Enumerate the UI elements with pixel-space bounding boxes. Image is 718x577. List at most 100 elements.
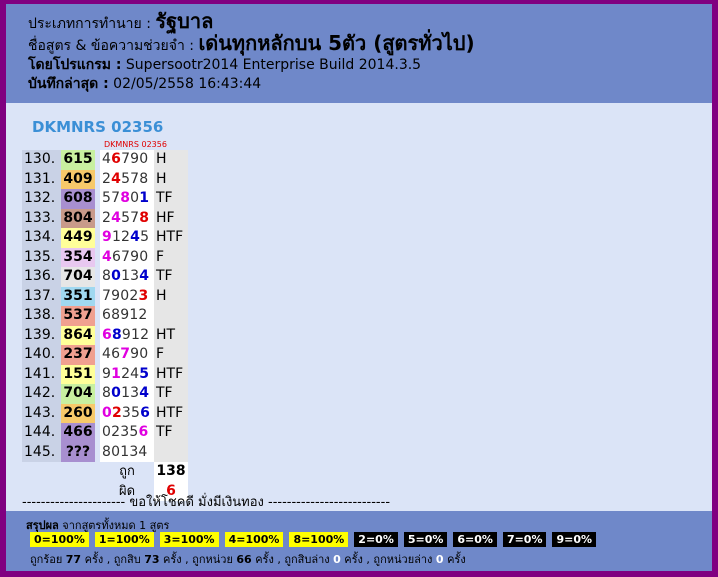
- predicted-digits: 79023: [100, 286, 154, 306]
- correct-label: ถูก: [119, 464, 135, 480]
- digit-group: 4: [139, 385, 150, 402]
- row-number: 142.: [22, 384, 61, 404]
- digit-percent-badge: 1=100%: [94, 532, 154, 547]
- row-number: 144.: [22, 423, 61, 443]
- digit-group: 1: [111, 365, 122, 382]
- hit-position-tag: H: [154, 169, 188, 189]
- hit-position-tag: H: [154, 286, 188, 306]
- hit-position-tag: TF: [154, 267, 188, 287]
- predicted-digits: 24578: [100, 169, 154, 189]
- digit-percent-badge: 9=0%: [552, 532, 597, 547]
- table-row: 130. 615 46790 H: [22, 150, 188, 170]
- header: ประเภทการทำนาย : รัฐบาล ชื่อสูตร & ข้อคว…: [6, 4, 712, 103]
- digit-group: 0: [111, 385, 122, 402]
- digit-group: 578: [121, 170, 149, 187]
- digit-percent-badges: 0=100% 1=100% 3=100% 4=100% 8=100% 2=0% 5=0% 6=…: [30, 532, 602, 547]
- hit-position-tag: H: [154, 150, 188, 170]
- digit-group: 2: [102, 209, 112, 226]
- brand-title: DKMNRS 02356: [32, 118, 164, 136]
- digit-group: 6: [102, 326, 112, 343]
- predicted-digits: 02356: [100, 423, 154, 443]
- hit-position-tag: [154, 306, 188, 326]
- digit-group: 57: [102, 190, 121, 207]
- summary-footer: สรุปผล จากสูตรทั้งหมด 1 สูตร 0=100% 1=100…: [6, 511, 712, 571]
- row-number: 134.: [22, 228, 61, 248]
- result-value: 409: [61, 169, 95, 189]
- row-number: 132.: [22, 189, 61, 209]
- result-value: 237: [61, 345, 95, 365]
- saved-value: 02/05/2558 16:43:44: [113, 76, 262, 92]
- digit-group: 4: [102, 248, 112, 265]
- predicted-digits: 68912: [100, 306, 154, 326]
- program-label: โดยโปรแกรม :: [28, 57, 122, 73]
- hit-position-tag: TF: [154, 423, 188, 443]
- digit-group: 9: [102, 365, 112, 382]
- digit-group: 3: [138, 287, 149, 304]
- digit-group: 4: [111, 170, 122, 187]
- predicted-digits: 24578: [100, 208, 154, 228]
- digit-percent-badge: 0=100%: [30, 532, 89, 547]
- stat-label: ถูกหน่วย: [192, 553, 237, 566]
- result-value: 804: [61, 208, 95, 228]
- result-value: ???: [61, 442, 95, 462]
- correct-summary-row: ถูก 138: [22, 462, 188, 482]
- row-number: 137.: [22, 286, 61, 306]
- predicted-digits: 46790: [100, 345, 154, 365]
- digit-group: 6790: [111, 248, 149, 265]
- digit-percent-badge: 4=100%: [224, 532, 284, 547]
- stat-label: ถูกร้อย: [30, 553, 66, 566]
- table-row: 145.??? 80134: [22, 442, 188, 462]
- stat-label: ถูกสิบ: [113, 553, 145, 566]
- digit-group: 7902: [102, 287, 139, 304]
- digit-group: 68912: [102, 307, 148, 324]
- digit-group: 35: [121, 404, 141, 421]
- result-value: 537: [61, 306, 95, 326]
- digit-group: 6: [138, 424, 149, 441]
- digit-group: 12: [111, 229, 131, 246]
- hit-position-tag: HT: [154, 325, 188, 345]
- hit-position-tag: HTF: [154, 228, 188, 248]
- digit-group: 0: [111, 268, 122, 285]
- program-line: โดยโปรแกรม : Supersootr2014 Enterprise B…: [28, 56, 712, 75]
- table-row: 131. 409 24578 H: [22, 169, 188, 189]
- table-row: 134. 449 91245 HTF: [22, 228, 188, 248]
- row-number: 140.: [22, 345, 61, 365]
- hit-position-tag: HTF: [154, 364, 188, 384]
- table-row: 144. 466 02356 TF: [22, 423, 188, 443]
- row-number: 131.: [22, 169, 61, 189]
- table-row: 143. 260 02356 HTF: [22, 403, 188, 423]
- predicted-digits: 80134: [100, 442, 154, 462]
- digit-group: 4: [130, 229, 141, 246]
- result-value: 151: [61, 364, 95, 384]
- predicted-digits: 80134: [100, 267, 154, 287]
- digit-group: 8: [120, 190, 131, 207]
- result-value: 351: [61, 286, 95, 306]
- row-number: 130.: [22, 150, 61, 170]
- table-row: 135. 354 46790 F: [22, 247, 188, 267]
- saved-label: บันทึกล่าสุด :: [28, 76, 109, 92]
- predicted-digits: 91245: [100, 228, 154, 248]
- table-row: 138. 537 68912: [22, 306, 188, 326]
- stat-suffix: ครั้ง ,: [159, 553, 193, 566]
- formula-value: เด่นทุกหลักบน 5ตัว (สูตรทั่วไป): [198, 31, 475, 55]
- digit-group: 80134: [102, 443, 148, 460]
- digit-percent-badge: 7=0%: [502, 532, 547, 547]
- digit-group: 4: [111, 209, 122, 226]
- results-table: 130. 615 46790 H 131. 409 24578 H 132. 608 57801 TF…: [22, 150, 188, 501]
- formula-line: ชื่อสูตร & ข้อความช่วยจำ : เด่นทุกหลักบน…: [28, 31, 712, 56]
- result-value: 354: [61, 247, 95, 267]
- digit-group: 46: [102, 346, 121, 363]
- digit-group: 5: [140, 229, 150, 246]
- row-number: 141.: [22, 364, 61, 384]
- row-number: 138.: [22, 306, 61, 326]
- digit-percent-badge: 5=0%: [403, 532, 448, 547]
- row-number: 135.: [22, 247, 61, 267]
- result-value: 449: [61, 228, 95, 248]
- predicted-digits: 57801: [100, 189, 154, 209]
- digit-group: 6: [140, 404, 151, 421]
- predicted-digits: 80134: [100, 384, 154, 404]
- result-value: 260: [61, 403, 95, 423]
- predicted-digits: 91245: [100, 364, 154, 384]
- stat-suffix: ครั้ง ,: [81, 553, 114, 566]
- result-value: 466: [61, 423, 95, 443]
